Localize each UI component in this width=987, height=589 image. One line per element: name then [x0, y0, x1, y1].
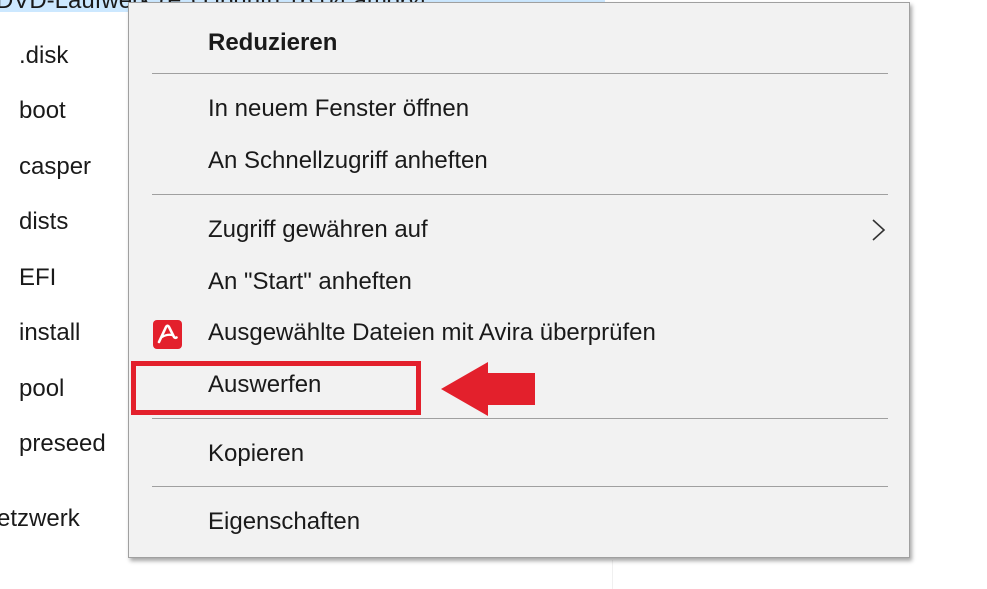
chevron-right-icon [872, 219, 886, 241]
tree-item-boot[interactable]: boot [19, 95, 66, 127]
menu-item-pin-quick-access-label: An Schnellzugriff anheften [208, 147, 488, 174]
context-menu: Reduzieren In neuem Fenster öffnen An Sc… [128, 2, 910, 558]
menu-item-properties[interactable]: Eigenschaften [129, 499, 909, 545]
arrow-left-icon [441, 362, 535, 416]
menu-item-give-access-label: Zugriff gewähren auf [208, 216, 428, 243]
tree-item-preseed[interactable]: preseed [19, 428, 106, 460]
eject-highlight-box [131, 361, 421, 415]
menu-item-copy[interactable]: Kopieren [129, 431, 909, 477]
menu-separator [152, 418, 888, 419]
menu-item-pin-quick-access[interactable]: An Schnellzugriff anheften [129, 138, 909, 184]
tree-item-casper[interactable]: casper [19, 151, 91, 183]
menu-item-copy-label: Kopieren [208, 440, 305, 467]
tree-item-efi[interactable]: EFI [19, 262, 56, 294]
tree-item-dists[interactable]: dists [19, 206, 68, 238]
menu-separator [152, 194, 888, 195]
content-pane-edge [612, 560, 987, 589]
menu-item-collapse-label: Reduzieren [208, 29, 338, 56]
menu-separator [152, 73, 888, 74]
menu-item-avira-scan[interactable]: Ausgewählte Dateien mit Avira überprüfen [129, 310, 909, 356]
menu-item-open-new-window[interactable]: In neuem Fenster öffnen [129, 86, 909, 132]
menu-item-give-access[interactable]: Zugriff gewähren auf [129, 207, 909, 253]
menu-item-pin-start-label: An "Start" anheften [208, 268, 412, 295]
menu-item-collapse[interactable]: Reduzieren [129, 20, 909, 66]
menu-item-pin-start[interactable]: An "Start" anheften [129, 259, 909, 305]
avira-icon [153, 320, 182, 349]
menu-item-avira-scan-label: Ausgewählte Dateien mit Avira überprüfen [208, 319, 656, 346]
tree-item-network[interactable]: etzwerk [0, 503, 80, 535]
menu-separator [152, 486, 888, 487]
menu-item-properties-label: Eigenschaften [208, 508, 361, 535]
menu-item-open-new-window-label: In neuem Fenster öffnen [208, 95, 470, 122]
tree-item-disk[interactable]: .disk [19, 40, 68, 72]
tree-item-install[interactable]: install [19, 317, 80, 349]
tree-item-pool[interactable]: pool [19, 373, 64, 405]
